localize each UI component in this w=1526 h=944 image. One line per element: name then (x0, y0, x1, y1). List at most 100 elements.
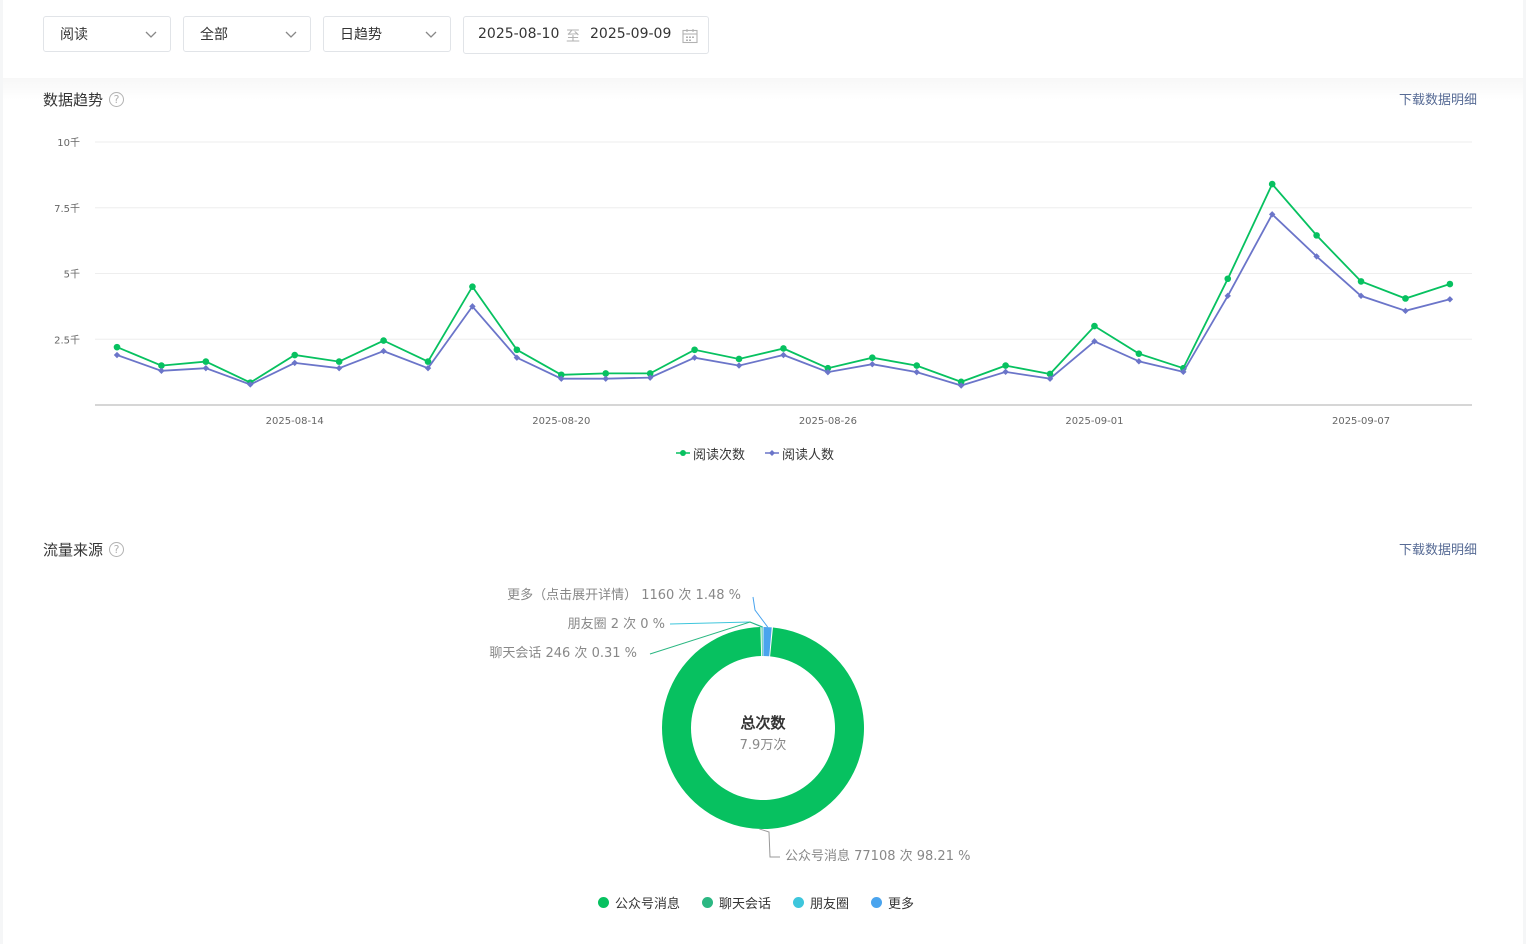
legend-reads-marker (676, 450, 690, 456)
trend-line-chart: 2.5千 5千 7.5千 10千 2025-08-14 2025-08-20 2025-08… (54, 137, 1472, 427)
reads-point (1357, 278, 1365, 285)
legend-msg-label: 公众号消息 (615, 896, 681, 912)
date-end[interactable]: 2025-09-09 (590, 26, 671, 42)
granularity-select-value: 日趋势 (340, 27, 382, 43)
help-icon[interactable]: ? (109, 92, 125, 107)
chevron-down-icon (425, 31, 437, 38)
x-tick-label: 2025-08-14 (266, 416, 324, 427)
readers-point (1402, 307, 1409, 315)
trend-legend: 阅读次数 阅读人数 (676, 444, 854, 463)
reads-point (380, 337, 387, 344)
donut-center-value: 7.9万次 (740, 737, 787, 753)
readers-point (691, 354, 698, 361)
reads-point (780, 345, 787, 352)
readers-series-line (116, 212, 1451, 387)
reads-point (1002, 362, 1009, 369)
readers-point (202, 364, 210, 372)
legend-readers-label: 阅读人数 (782, 447, 835, 463)
trend-section-title: 数据趋势 ? (43, 89, 125, 110)
x-tick-label: 2025-09-07 (1332, 416, 1390, 427)
legend-item-more[interactable]: 更多 (871, 893, 914, 912)
reads-point (202, 358, 210, 365)
legend-chat-dot (702, 896, 714, 908)
label-more[interactable]: 更多（点击展开详情） 1160 次 1.48 % (507, 587, 741, 603)
legend-item-chat[interactable]: 聊天会话 (702, 893, 771, 912)
readers-point (380, 347, 387, 355)
help-icon[interactable]: ? (109, 542, 125, 557)
readers-point (735, 362, 743, 369)
reads-point (1446, 280, 1454, 288)
y-tick-label: 10千 (57, 137, 80, 149)
legend-reads-label: 阅读次数 (693, 447, 746, 463)
date-start[interactable]: 2025-08-10 (478, 26, 559, 42)
date-range-picker[interactable]: 2025-08-10 至 2025-09-09 (463, 16, 709, 54)
source-legend: 公众号消息 聊天会话 朋友圈 更多 (598, 892, 936, 912)
readers-point (1135, 358, 1143, 365)
legend-item-reads[interactable]: 阅读次数 (676, 444, 745, 463)
readers-point (291, 359, 298, 367)
readers-point (335, 364, 343, 372)
x-tick-label: 2025-08-26 (799, 416, 857, 427)
reads-point (869, 354, 876, 361)
reads-point (1224, 275, 1232, 283)
leader-line (759, 828, 780, 858)
label-chat: 聊天会话 246 次 0.31 % (489, 645, 637, 661)
legend-readers-marker (765, 450, 780, 456)
date-separator: 至 (566, 29, 580, 45)
reads-point (1091, 322, 1098, 330)
scope-select[interactable]: 全部 (183, 16, 311, 52)
reads-point (291, 351, 299, 359)
reads-point (1135, 350, 1143, 358)
legend-item-msg[interactable]: 公众号消息 (598, 893, 680, 912)
scope-select-value: 全部 (200, 27, 228, 43)
metric-select-value: 阅读 (60, 27, 88, 43)
legend-moments-dot (793, 896, 805, 908)
calendar-icon[interactable] (681, 27, 699, 45)
readers-point (780, 351, 787, 359)
readers-point (113, 351, 121, 359)
leader-line (752, 596, 769, 628)
source-download-link[interactable]: 下载数据明细 (1399, 539, 1477, 558)
legend-chat-label: 聊天会话 (719, 896, 772, 912)
reads-point (513, 346, 521, 354)
reads-point (735, 355, 743, 363)
label-msg: 公众号消息 77108 次 98.21 % (785, 848, 970, 864)
granularity-select[interactable]: 日趋势 (323, 16, 451, 52)
readers-point (913, 368, 920, 376)
readers-point (602, 375, 609, 382)
x-tick-label: 2025-08-20 (532, 416, 590, 427)
trend-download-link[interactable]: 下载数据明细 (1399, 89, 1477, 108)
reads-point (1268, 180, 1276, 188)
trend-title: 数据趋势 (43, 91, 104, 109)
legend-moments-label: 朋友圈 (810, 896, 850, 912)
slice-chat (761, 627, 763, 657)
reads-point (335, 358, 343, 365)
donut-center-title: 总次数 (740, 714, 786, 732)
slice-more (763, 627, 772, 657)
x-tick-label: 2025-09-01 (1065, 416, 1123, 427)
y-tick-label: 5千 (64, 269, 80, 281)
y-tick-label: 7.5千 (54, 203, 80, 215)
legend-item-moments[interactable]: 朋友圈 (793, 893, 849, 912)
readers-point (1002, 368, 1009, 376)
chevron-down-icon (285, 31, 297, 38)
legend-more-dot (871, 896, 883, 908)
reads-point (1402, 295, 1409, 302)
readers-point (869, 361, 876, 368)
reads-point (1313, 232, 1320, 239)
source-section-title: 流量来源 ? (43, 539, 125, 560)
panel-shadow (3, 78, 1523, 100)
reads-point (113, 343, 121, 351)
metric-select[interactable]: 阅读 (43, 16, 171, 52)
source-donut-chart: 总次数 7.9万次 更多（点击展开详情） 1160 次 1.48 % 朋友圈 2… (489, 587, 970, 864)
y-tick-label: 2.5千 (54, 334, 80, 346)
reads-point (913, 362, 921, 369)
legend-more-label: 更多 (888, 896, 915, 912)
readers-point (158, 367, 165, 375)
legend-msg-dot (598, 896, 609, 908)
label-moments: 朋友圈 2 次 0 % (568, 616, 665, 632)
chevron-down-icon (145, 31, 157, 38)
legend-item-readers[interactable]: 阅读人数 (765, 444, 834, 463)
readers-point (1446, 296, 1454, 303)
source-title: 流量来源 (43, 541, 104, 559)
